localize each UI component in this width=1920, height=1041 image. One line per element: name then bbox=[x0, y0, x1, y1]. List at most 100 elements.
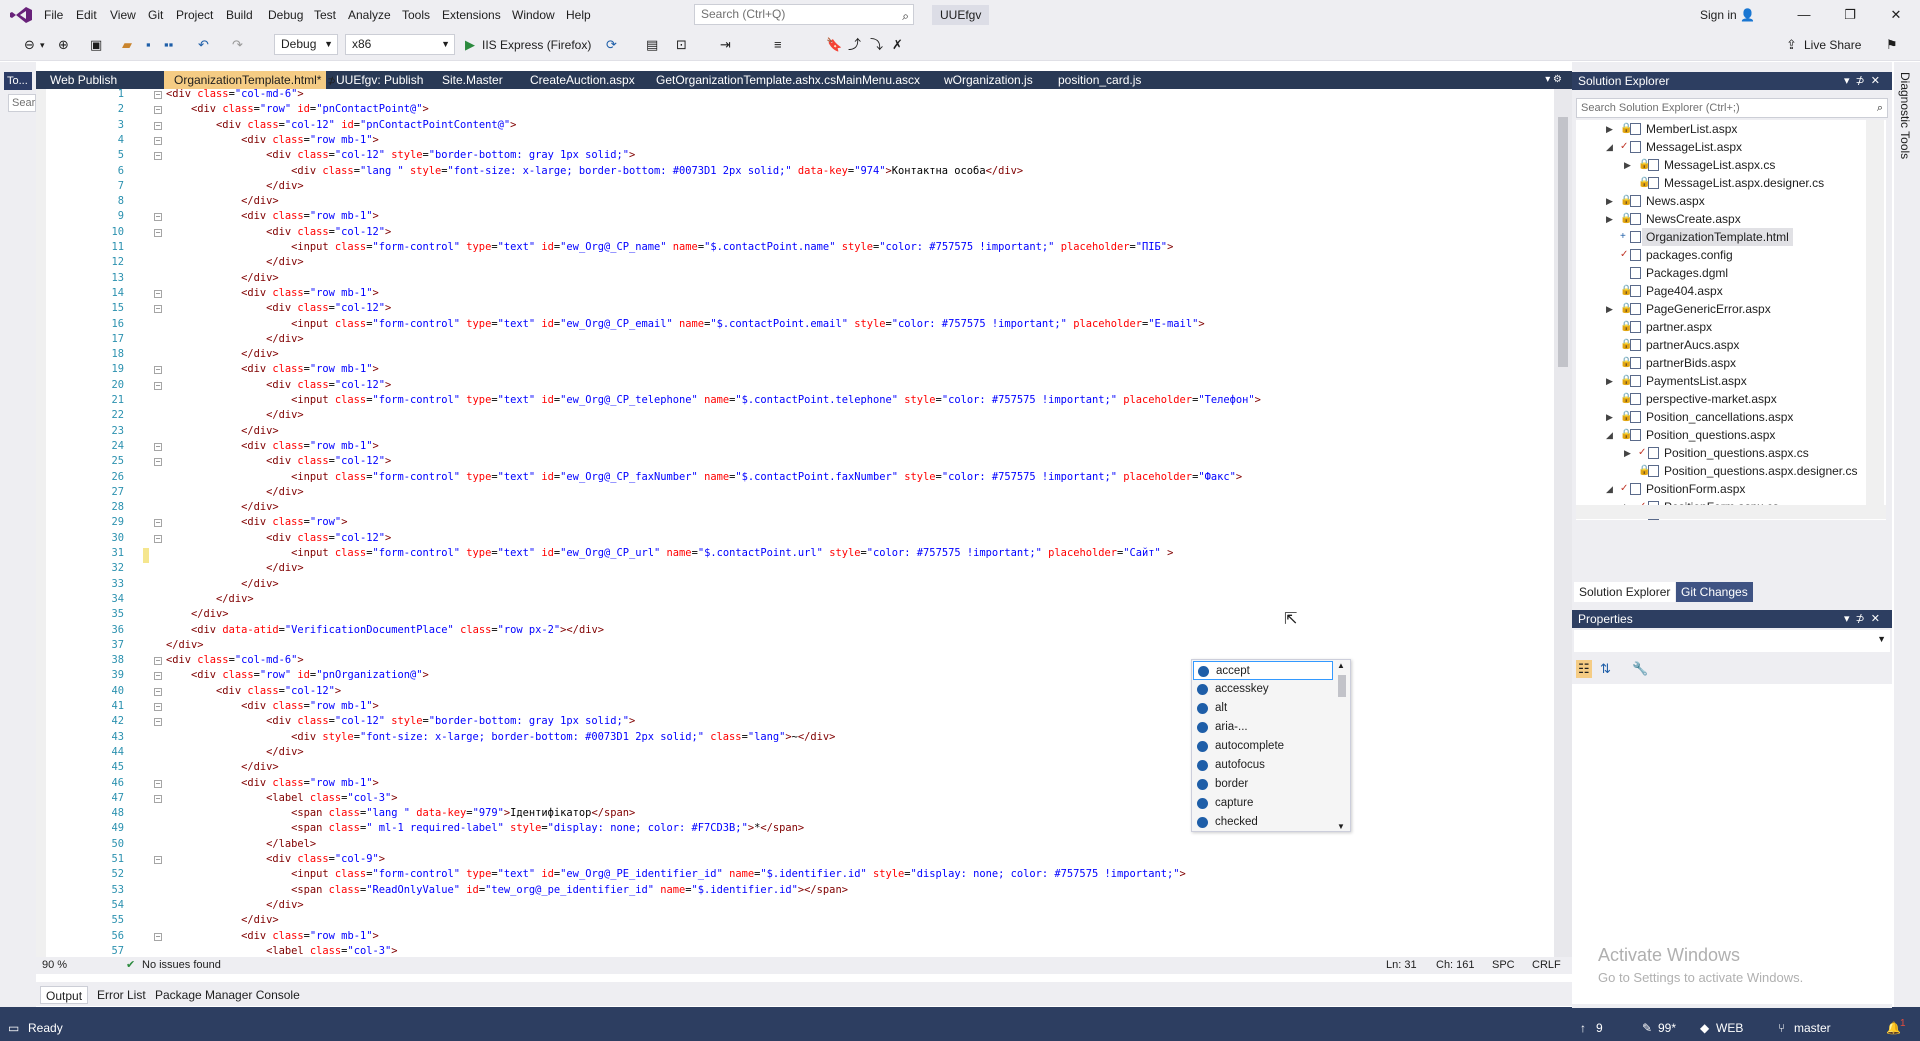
menu-project[interactable]: Project bbox=[172, 0, 217, 30]
intellisense-item[interactable]: alt bbox=[1193, 699, 1333, 718]
scrollbar-thumb[interactable] bbox=[1338, 675, 1346, 697]
search-input[interactable]: Search (Ctrl+Q) ⌕ bbox=[694, 4, 914, 25]
save-all-icon[interactable]: ▪▪ bbox=[164, 36, 173, 54]
tab-list-dropdown-icon[interactable]: ▾ ⚙ bbox=[1545, 71, 1562, 89]
code-line[interactable]: 34 </div> bbox=[76, 592, 1496, 607]
tree-item[interactable]: ✓ packages.config bbox=[1620, 246, 1876, 264]
code-line[interactable]: 1 − <div class="col-md-6"> bbox=[76, 87, 1496, 102]
tree-item[interactable]: ▶ 🔒 News.aspx bbox=[1606, 192, 1876, 210]
tree-item[interactable]: ▶ 🔒 NewsCreate.aspx bbox=[1606, 210, 1876, 228]
menu-file[interactable]: File bbox=[40, 0, 67, 30]
zoom-select[interactable]: 90 % bbox=[42, 957, 67, 974]
menu-window[interactable]: Window bbox=[508, 0, 559, 30]
unpushed-count[interactable]: 9 bbox=[1596, 1015, 1603, 1041]
expand-icon[interactable]: ▶ bbox=[1606, 408, 1613, 426]
intellisense-list[interactable]: accept accesskey alt aria-... autocomplete au… bbox=[1191, 659, 1351, 832]
pending-changes-count[interactable]: 99* bbox=[1658, 1015, 1676, 1041]
code-line[interactable]: 17 </div> bbox=[76, 332, 1496, 347]
run-button[interactable]: IIS Express (Firefox) bbox=[482, 36, 591, 54]
tree-item[interactable]: ◢ ✓ MessageList.aspx bbox=[1606, 138, 1876, 156]
tree-item[interactable]: 🔒 partnerAucs.aspx bbox=[1620, 336, 1876, 354]
code-line[interactable]: 37 </div> bbox=[76, 638, 1496, 653]
run-icon[interactable]: ▶ bbox=[465, 36, 475, 54]
code-line[interactable]: 28 </div> bbox=[76, 500, 1496, 515]
collapse-icon[interactable]: − bbox=[154, 228, 162, 237]
collapse-icon[interactable]: − bbox=[154, 794, 162, 803]
collapse-icon[interactable]: − bbox=[154, 657, 162, 666]
intellisense-item[interactable]: autocomplete bbox=[1193, 737, 1333, 756]
tree-item[interactable]: ▶ 🔒 MemberList.aspx bbox=[1606, 120, 1876, 138]
collapse-icon[interactable]: − bbox=[154, 152, 162, 161]
code-line[interactable]: 4 − <div class="row mb-1"> bbox=[76, 133, 1496, 148]
branch-name[interactable]: master bbox=[1794, 1015, 1831, 1041]
code-line[interactable]: 52 <input class="form-control" type="tex… bbox=[76, 867, 1496, 882]
issues-indicator[interactable]: No issues found bbox=[142, 957, 221, 974]
sign-in-link[interactable]: Sign in 👤 bbox=[1700, 0, 1755, 30]
collapse-icon[interactable]: − bbox=[154, 458, 162, 467]
bottom-tab-output[interactable]: Output bbox=[40, 986, 89, 1004]
code-line[interactable]: 54 </div> bbox=[76, 898, 1496, 913]
collapse-icon[interactable]: − bbox=[154, 289, 162, 298]
expand-icon[interactable]: ▶ bbox=[1624, 444, 1631, 462]
code-editor[interactable]: 1− <div class="col-md-6"> 2− <div class="r… bbox=[36, 87, 1572, 976]
code-line[interactable]: 33 </div> bbox=[76, 577, 1496, 592]
live-share-button[interactable]: Live Share bbox=[1804, 36, 1861, 54]
collapse-icon[interactable]: − bbox=[154, 519, 162, 528]
save-icon[interactable]: ▪ bbox=[146, 36, 151, 54]
tree-horizontal-scrollbar[interactable] bbox=[1576, 505, 1886, 519]
categorized-icon[interactable]: ☷ bbox=[1576, 660, 1592, 678]
code-line[interactable]: 29 − <div class="row"> bbox=[76, 515, 1496, 530]
menu-edit[interactable]: Edit bbox=[72, 0, 101, 30]
tree-item[interactable]: 🔒 perspective-market.aspx bbox=[1620, 390, 1876, 408]
scroll-up-icon[interactable]: ▲ bbox=[1337, 661, 1345, 670]
notification-icon[interactable]: 🔔 bbox=[1886, 1015, 1901, 1041]
menu-git[interactable]: Git bbox=[144, 0, 167, 30]
intellisense-item[interactable]: accesskey bbox=[1193, 680, 1333, 699]
code-line[interactable]: 32 </div> bbox=[76, 561, 1496, 576]
tree-item[interactable]: 🔒 partner.aspx bbox=[1620, 318, 1876, 336]
scroll-down-icon[interactable]: ▼ bbox=[1337, 822, 1345, 831]
editor-vertical-scrollbar[interactable] bbox=[1554, 89, 1572, 962]
prev-bookmark-icon[interactable]: ⤴ bbox=[848, 36, 861, 54]
code-line[interactable]: 10 − <div class="col-12"> bbox=[76, 225, 1496, 240]
close-window-button[interactable]: ✕ bbox=[1874, 0, 1918, 30]
intellisense-item[interactable]: checked bbox=[1193, 813, 1333, 832]
code-line[interactable]: 25 − <div class="col-12"> bbox=[76, 454, 1496, 469]
code-line[interactable]: 19 − <div class="row mb-1"> bbox=[76, 362, 1496, 377]
menu-debug[interactable]: Debug bbox=[264, 0, 307, 30]
collapse-icon[interactable]: − bbox=[154, 672, 162, 681]
tree-vertical-scrollbar[interactable] bbox=[1866, 120, 1884, 505]
code-line[interactable]: 16 <input class="form-control" type="tex… bbox=[76, 317, 1496, 332]
tree-item[interactable]: ▶ 🔒 PageGenericError.aspx bbox=[1606, 300, 1876, 318]
code-line[interactable]: 50 </label> bbox=[76, 837, 1496, 852]
panel-tab-solution-explorer[interactable]: Solution Explorer bbox=[1574, 582, 1676, 602]
back-icon[interactable]: ⊖ bbox=[24, 36, 35, 54]
intellisense-item[interactable]: aria-... bbox=[1193, 718, 1333, 737]
code-line[interactable]: 14 − <div class="row mb-1"> bbox=[76, 286, 1496, 301]
code-line[interactable]: 15 − <div class="col-12"> bbox=[76, 301, 1496, 316]
screenshot-icon[interactable]: ⊡ bbox=[676, 36, 687, 54]
code-line[interactable]: 55 </div> bbox=[76, 913, 1496, 928]
tree-item[interactable]: ▶ 🔒 Position_cancellations.aspx bbox=[1606, 408, 1876, 426]
tree-item[interactable]: ▶ 🔒 MessageList.aspx.cs bbox=[1624, 156, 1886, 174]
collapse-icon[interactable]: − bbox=[154, 718, 162, 727]
tree-item[interactable]: 🔒 Position_questions.aspx.designer.cs bbox=[1638, 462, 1886, 480]
collapse-icon[interactable]: − bbox=[154, 442, 162, 451]
collapse-icon[interactable]: − bbox=[154, 91, 162, 99]
intellisense-item[interactable]: capture bbox=[1193, 794, 1333, 813]
code-line[interactable]: 18 </div> bbox=[76, 347, 1496, 362]
collapse-icon[interactable]: − bbox=[154, 136, 162, 145]
tree-item[interactable]: Packages.dgml bbox=[1630, 264, 1876, 282]
collapse-icon[interactable]: − bbox=[154, 687, 162, 696]
toolbox-tab[interactable]: To... bbox=[4, 72, 32, 90]
bottom-tab-package-manager-console[interactable]: Package Manager Console bbox=[150, 986, 305, 1004]
panel-controls-icon[interactable]: ▾⊅✕ bbox=[1844, 72, 1886, 90]
code-line[interactable]: 5 − <div class="col-12" style="border-bot… bbox=[76, 148, 1496, 163]
property-pages-icon[interactable]: 🔧 bbox=[1632, 660, 1648, 678]
toolbox-search[interactable]: Sear bbox=[8, 94, 36, 112]
code-line[interactable]: 36 <div data-atid="VerificationDocumentP… bbox=[76, 623, 1496, 638]
code-line[interactable]: 35 </div> bbox=[76, 607, 1496, 622]
menu-build[interactable]: Build bbox=[222, 0, 257, 30]
new-project-icon[interactable]: ▣ bbox=[90, 36, 102, 54]
tree-item[interactable]: ▶ 🔒 PaymentsList.aspx bbox=[1606, 372, 1876, 390]
